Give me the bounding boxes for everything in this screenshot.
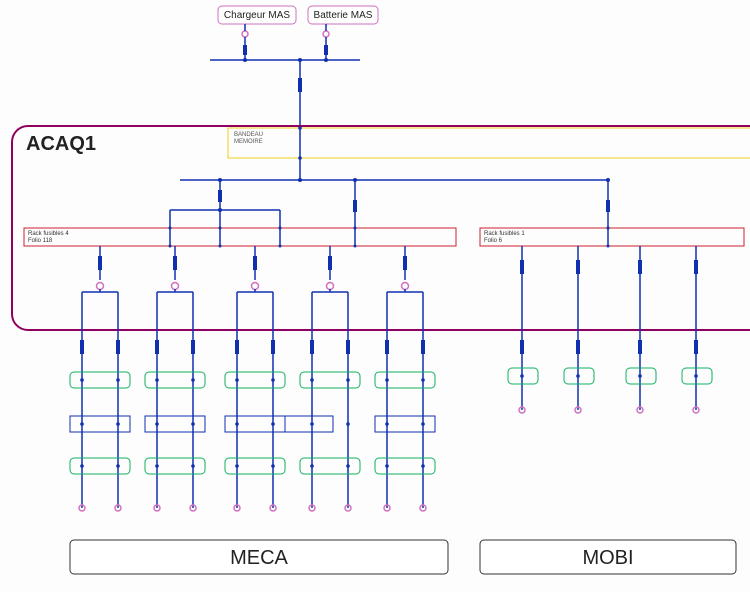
rack-left-title: Rack fusibles 4 [28,231,69,237]
memory-line1: BANDEAU [234,132,263,138]
block-battery-label: Batterie MAS [314,10,373,21]
memory-line2: MEMOIRE [234,139,263,145]
meca-columns [70,246,435,511]
footer-meca-label: MECA [230,547,288,569]
rack-left [24,228,456,246]
container-title: ACAQ1 [26,133,96,155]
rack-left-sub: Folio 118 [28,238,53,244]
block-memory [228,128,750,158]
power-distribution-diagram: Chargeur MAS Batterie MAS ACAQ1 BANDEAU … [0,0,750,592]
terminal-icon [242,31,248,37]
rack-right-title: Rack fusibles 1 [484,231,525,237]
block-charger-label: Chargeur MAS [224,10,290,21]
rack-entries [169,227,610,248]
terminal-icon [323,31,329,37]
rack-right-sub: Folio 6 [484,238,503,244]
footer-mobi-label: MOBI [582,547,633,569]
